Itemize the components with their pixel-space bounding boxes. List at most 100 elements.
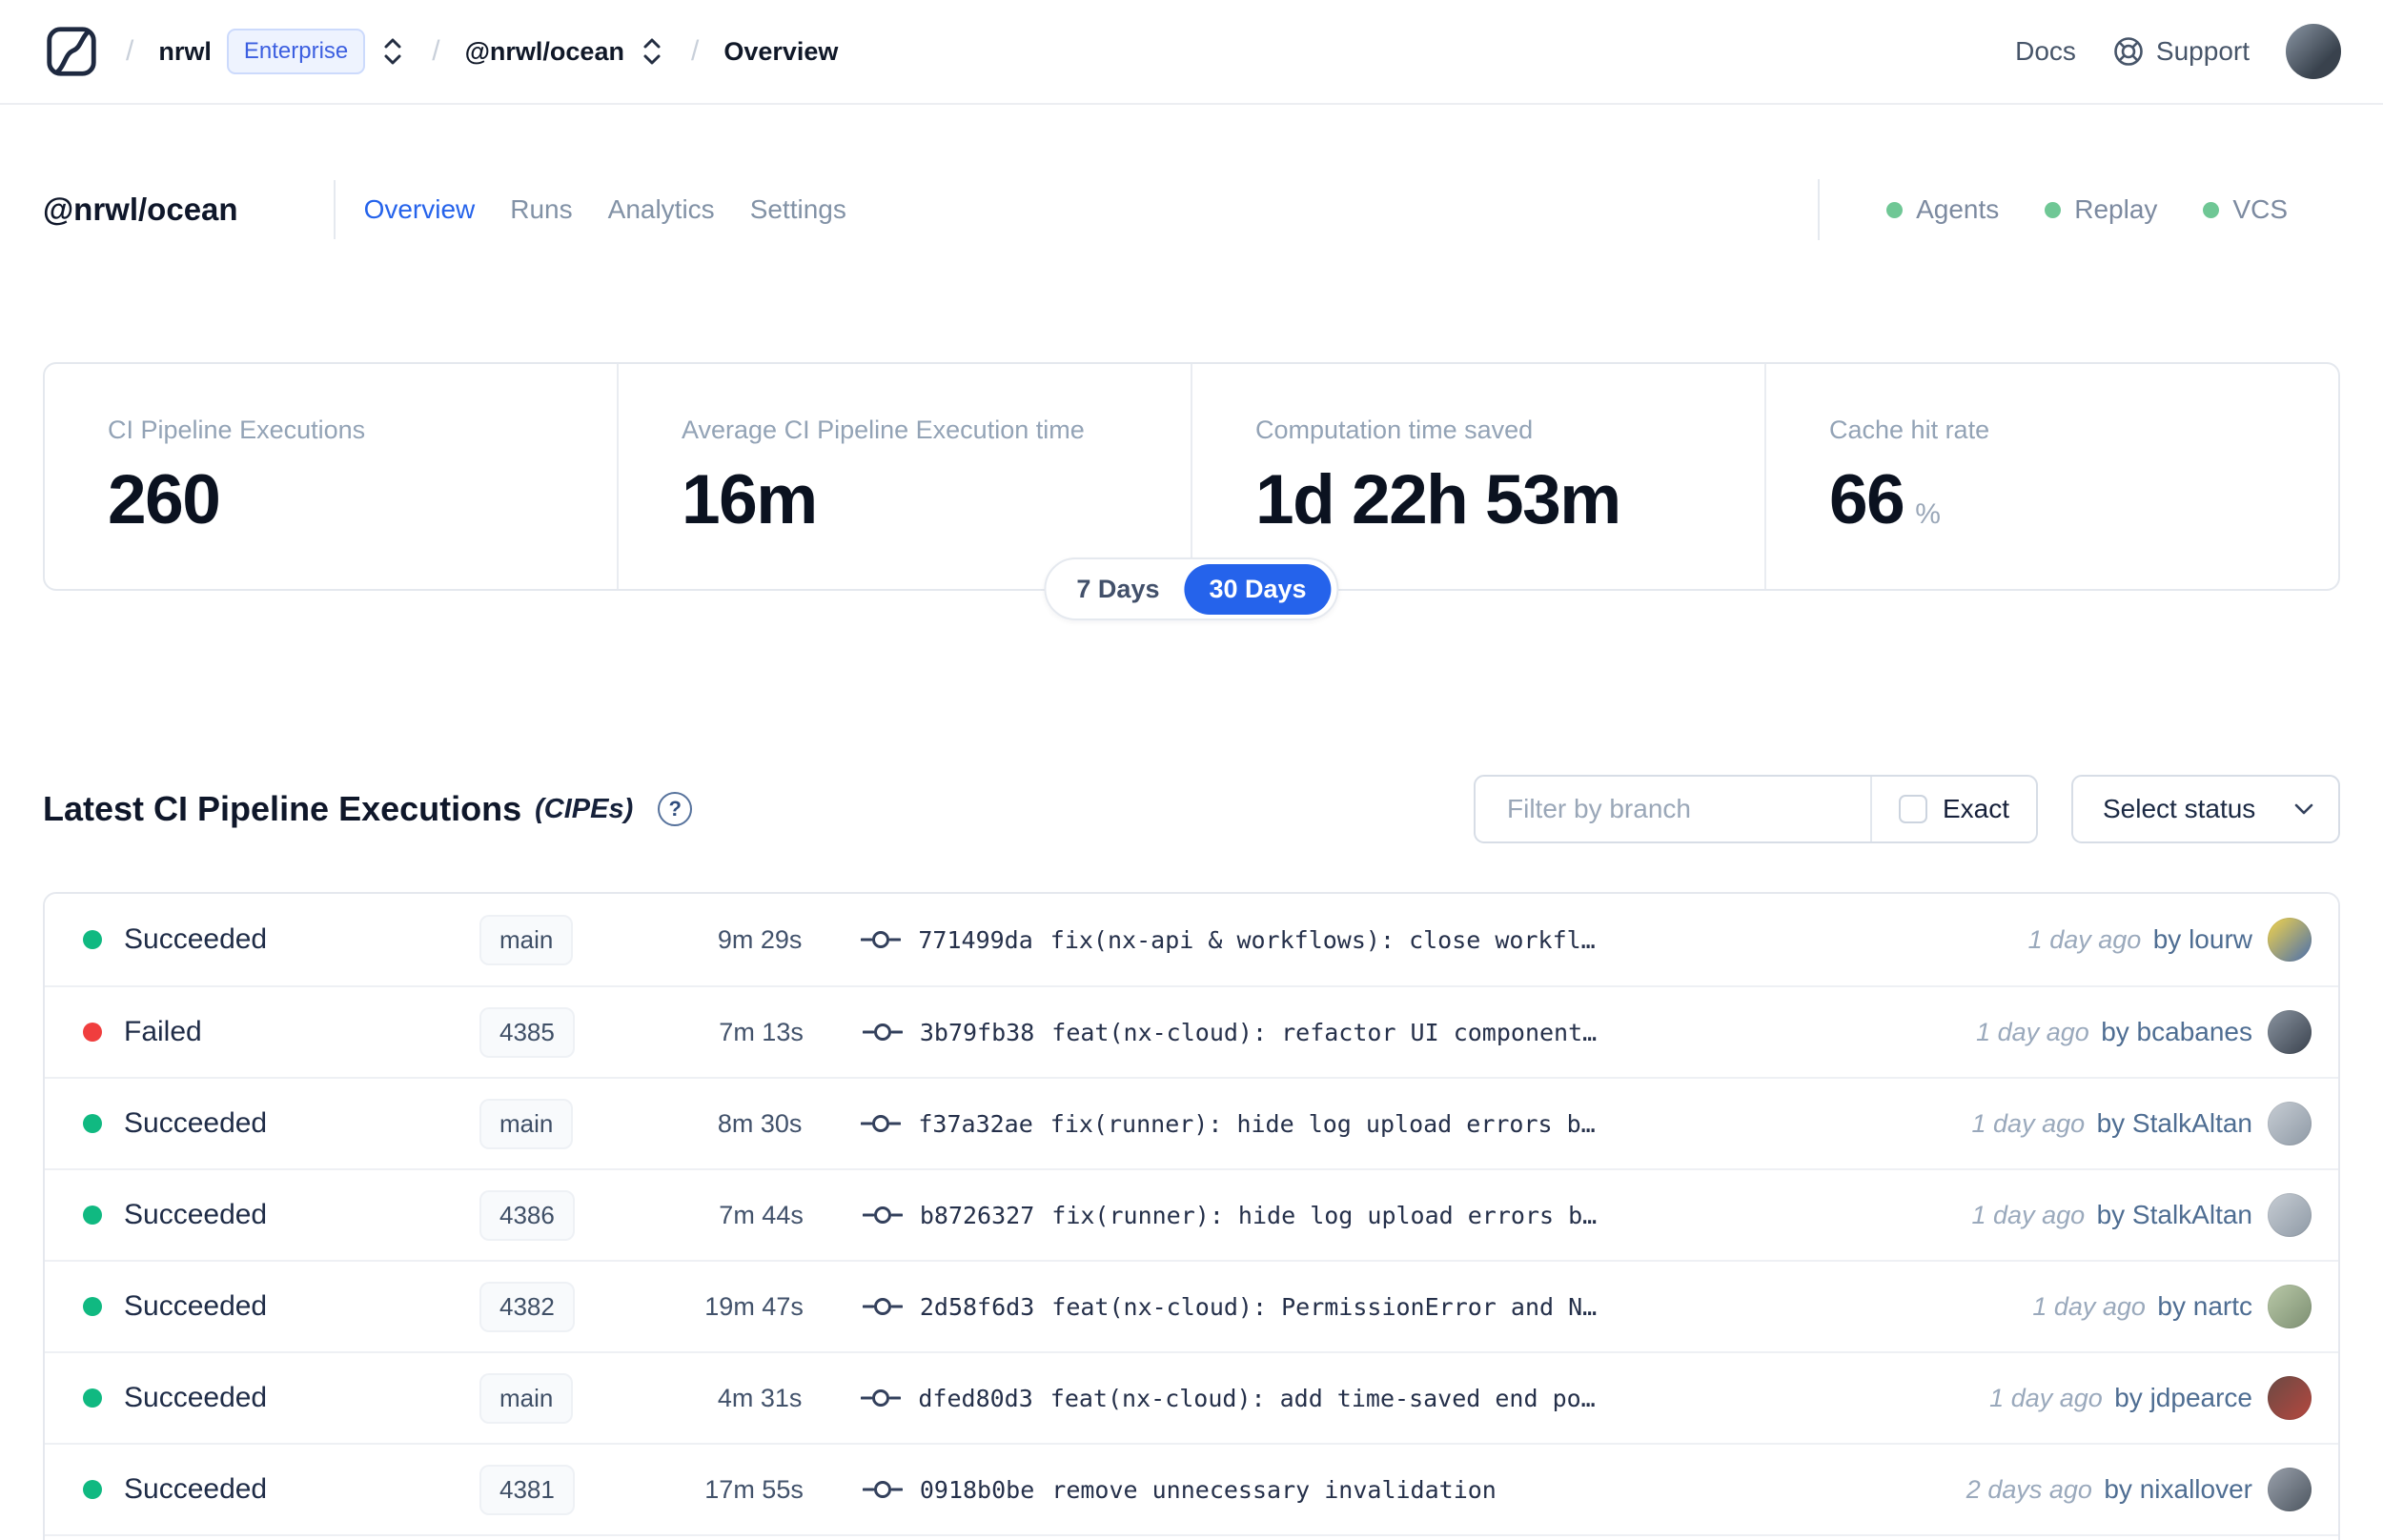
- chevron-down-icon: [2291, 797, 2316, 821]
- author[interactable]: by nartc: [2157, 1291, 2252, 1321]
- time-ago: 1 day ago: [2032, 1292, 2146, 1321]
- table-row[interactable]: Succeeded main 4m 31s dfed80d3 feat(nx-c…: [45, 1351, 2338, 1443]
- branch-badge[interactable]: main: [479, 914, 574, 965]
- breadcrumb-separator: /: [126, 35, 134, 67]
- author-avatar[interactable]: [2268, 1102, 2312, 1145]
- branch-badge[interactable]: main: [479, 1372, 574, 1424]
- table-row[interactable]: Succeeded 4382 19m 47s 2d58f6d3 feat(nx-…: [45, 1260, 2338, 1351]
- divider: [1818, 179, 1821, 240]
- status-label: Succeeded: [124, 1473, 268, 1505]
- author[interactable]: by nixallover: [2104, 1474, 2252, 1504]
- git-commit-icon: [861, 1386, 902, 1410]
- git-commit-icon: [862, 1203, 903, 1227]
- time-ago: 1 day ago: [1989, 1384, 2103, 1412]
- duration: 7m 13s: [719, 1017, 804, 1046]
- stat-ci-pipeline-executions: CI Pipeline Executions 260: [45, 364, 617, 589]
- author[interactable]: by lourw: [2153, 924, 2252, 954]
- author[interactable]: by StalkAltan: [2097, 1200, 2252, 1229]
- author[interactable]: by bcabanes: [2101, 1017, 2252, 1046]
- commit[interactable]: f37a32ae fix(runner): hide log upload er…: [861, 1110, 1604, 1138]
- enterprise-badge: Enterprise: [226, 29, 366, 74]
- commit[interactable]: b8726327 fix(runner): hide log upload er…: [862, 1201, 1606, 1229]
- service-vcs-label: VCS: [2232, 194, 2288, 224]
- author[interactable]: by jdpearce: [2114, 1383, 2252, 1412]
- range-7-days-button[interactable]: 7 Days: [1051, 575, 1184, 604]
- git-commit-icon: [862, 1477, 903, 1502]
- status-select-dropdown[interactable]: Select status: [2071, 775, 2340, 843]
- commit[interactable]: dfed80d3 feat(nx-cloud): add time-saved …: [861, 1385, 1604, 1412]
- app-header: / nrwl Enterprise / @nrwl/ocean / Overvi…: [0, 0, 2383, 105]
- status-dot-icon: [2045, 201, 2062, 218]
- commit-message: fix(nx-api & workflows): close workfl…: [1049, 925, 1596, 954]
- table-row[interactable]: Failed 4385 7m 13s 3b79fb38 feat(nx-clou…: [45, 985, 2338, 1077]
- commit-message: remove unnecessary invalidation: [1051, 1475, 1497, 1504]
- stats-cards: CI Pipeline Executions 260 Average CI Pi…: [43, 362, 2340, 620]
- breadcrumb-workspace[interactable]: @nrwl/ocean: [465, 37, 624, 67]
- table-row[interactable]: Succeeded 4381 17m 55s 0918b0be remove u…: [45, 1443, 2338, 1534]
- stat-value: 1d 22h 53m: [1255, 461, 1621, 538]
- time-ago: 1 day ago: [1976, 1018, 2089, 1046]
- status-dot-icon: [83, 930, 102, 949]
- commit[interactable]: 2d58f6d3 feat(nx-cloud): PermissionError…: [862, 1292, 1606, 1321]
- duration: 8m 30s: [717, 1108, 803, 1138]
- status-label: Succeeded: [124, 1199, 268, 1230]
- branch-filter-input[interactable]: [1476, 777, 1870, 841]
- workspace-title: @nrwl/ocean: [43, 192, 238, 227]
- nx-cloud-logo[interactable]: [42, 22, 101, 81]
- author-avatar[interactable]: [2268, 1193, 2312, 1237]
- commit-message: feat(nx-cloud): PermissionError and N…: [1051, 1292, 1598, 1321]
- table-row[interactable]: Succeeded main 8m 30s f37a32ae fix(runne…: [45, 1077, 2338, 1168]
- commit-message: feat(nx-cloud): add time-saved end po…: [1049, 1384, 1596, 1412]
- branch-badge[interactable]: main: [479, 1098, 574, 1149]
- tab-overview[interactable]: Overview: [364, 194, 476, 225]
- support-link[interactable]: Support: [2112, 35, 2250, 68]
- author-avatar[interactable]: [2268, 1376, 2312, 1420]
- status-dot-icon: [83, 1114, 102, 1133]
- stat-label: Cache hit rate: [1829, 415, 1990, 444]
- user-avatar[interactable]: [2286, 24, 2341, 79]
- service-agents[interactable]: Agents: [1886, 194, 1999, 225]
- docs-link[interactable]: Docs: [2015, 36, 2076, 67]
- date-range-toggle: 7 Days 30 Days: [1044, 557, 1339, 620]
- branch-badge[interactable]: 4385: [479, 1006, 575, 1058]
- cipe-section-header: Latest CI Pipeline Executions (CIPEs) ? …: [43, 774, 2340, 844]
- commit[interactable]: 771499da fix(nx-api & workflows): close …: [861, 926, 1604, 954]
- branch-badge[interactable]: 4382: [479, 1281, 575, 1332]
- commit-message: fix(runner): hide log upload errors b…: [1051, 1201, 1598, 1229]
- section-controls: Exact Select status: [1474, 775, 2340, 843]
- breadcrumb-org[interactable]: nrwl: [158, 37, 212, 67]
- org-switcher-icon[interactable]: [378, 32, 407, 71]
- git-commit-icon: [862, 1020, 903, 1044]
- service-vcs[interactable]: VCS: [2203, 194, 2288, 225]
- row-meta: 1 day ago by bcabanes: [1976, 1010, 2312, 1054]
- table-row[interactable]: Succeeded main 9m 29s 771499da fix(nx-ap…: [45, 894, 2338, 985]
- tab-analytics[interactable]: Analytics: [608, 194, 715, 225]
- status-dot-icon: [83, 1297, 102, 1316]
- commit-hash: b8726327: [919, 1201, 1035, 1229]
- branch-badge[interactable]: 4386: [479, 1189, 575, 1241]
- commit-message: feat(nx-cloud): refactor UI component…: [1051, 1018, 1598, 1046]
- exact-toggle[interactable]: Exact: [1870, 777, 2036, 841]
- branch-badge[interactable]: 4381: [479, 1464, 575, 1515]
- author-avatar[interactable]: [2268, 1285, 2312, 1328]
- commit[interactable]: 3b79fb38 feat(nx-cloud): refactor UI com…: [862, 1018, 1606, 1046]
- tab-runs[interactable]: Runs: [510, 194, 572, 225]
- commit[interactable]: 0918b0be remove unnecessary invalidation: [862, 1475, 1606, 1504]
- author[interactable]: by StalkAltan: [2097, 1108, 2252, 1138]
- service-replay[interactable]: Replay: [2045, 194, 2157, 225]
- author-avatar[interactable]: [2268, 918, 2312, 962]
- exact-checkbox[interactable]: [1899, 795, 1927, 823]
- time-ago: 1 day ago: [1971, 1109, 2086, 1138]
- workspace-switcher-icon[interactable]: [638, 32, 666, 71]
- status-label: Succeeded: [124, 1290, 268, 1322]
- author-avatar[interactable]: [2268, 1468, 2312, 1511]
- percent-suffix: %: [1915, 498, 1941, 530]
- breadcrumb-page: Overview: [723, 36, 839, 66]
- author-avatar[interactable]: [2268, 1010, 2312, 1054]
- status-dot-icon: [83, 1480, 102, 1499]
- help-icon[interactable]: ?: [658, 792, 693, 826]
- range-30-days-button[interactable]: 30 Days: [1184, 563, 1332, 615]
- table-row[interactable]: Succeeded 4386 7m 44s b8726327 fix(runne…: [45, 1168, 2338, 1260]
- commit-hash: dfed80d3: [918, 1384, 1033, 1412]
- tab-settings[interactable]: Settings: [750, 194, 846, 225]
